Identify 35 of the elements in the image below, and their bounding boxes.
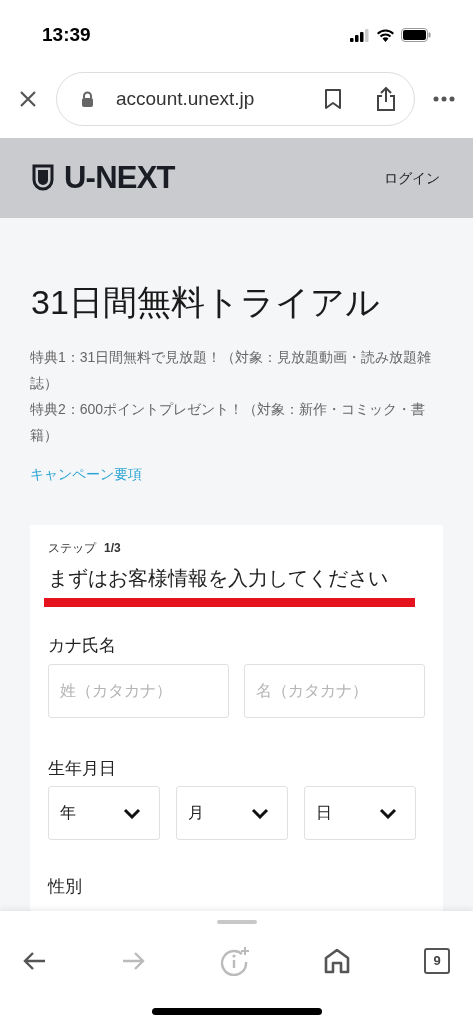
status-time: 13:39 [42, 22, 91, 47]
input-field[interactable]: 姓（カタカナ） [48, 663, 229, 718]
wifi-icon [376, 28, 395, 42]
benefit-text: 特典1：31日間無料で見放題！（対象：見放題動画・読み放題雑誌） [30, 348, 433, 393]
dropdown[interactable]: 月 [176, 786, 288, 840]
bookmark-icon[interactable] [324, 88, 342, 110]
close-button[interactable] [18, 89, 38, 109]
chevron-down-icon [251, 807, 269, 819]
drag-handle[interactable] [216, 920, 257, 924]
address-bar[interactable]: account.unext.jp [55, 72, 415, 126]
url-text: account.unext.jp [115, 86, 255, 111]
step-count: 1/3 [104, 540, 121, 557]
dropdown[interactable]: 日 [304, 786, 416, 840]
signal-icon [350, 28, 370, 42]
form-heading: まずはお客様情報を入力してください [48, 566, 389, 591]
back-arrow-icon[interactable] [23, 951, 47, 971]
dropdown[interactable]: 年 [48, 786, 160, 840]
page-title: 31日間無料トライアル [31, 282, 381, 323]
tabs-button[interactable]: 9 [424, 948, 450, 974]
home-icon[interactable] [323, 948, 350, 974]
login-link[interactable]: ログイン [384, 167, 440, 189]
share-icon[interactable] [376, 87, 396, 111]
battery-icon [401, 28, 431, 42]
field-label: 性別 [48, 876, 83, 898]
lock-icon [80, 91, 94, 107]
shield-logo-icon [32, 164, 54, 192]
chevron-down-icon [379, 807, 397, 819]
field-label: 生年月日 [48, 757, 117, 780]
field-label: カナ氏名 [48, 635, 117, 657]
step-label: ステップ [48, 540, 96, 557]
chevron-down-icon [123, 807, 141, 819]
more-icon[interactable] [433, 96, 455, 102]
input-field[interactable]: 名（カタカナ） [244, 663, 425, 718]
benefit-text: 特典2：600ポイントプレゼント！（対象：新作・コミック・書籍） [30, 400, 427, 445]
site-logo[interactable]: U-NEXT [64, 154, 175, 202]
